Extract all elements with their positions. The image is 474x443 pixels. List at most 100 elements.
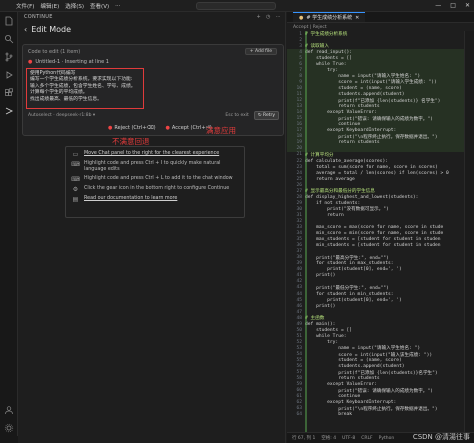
line-text: score = int(input("请输入学生成绩: ")) — [305, 80, 437, 86]
line-text: students = [] — [305, 55, 353, 61]
window-controls: — □ ✕ — [435, 2, 470, 9]
line-number: 20 — [296, 146, 302, 152]
file-item[interactable]: ● Untitled-1 · Inserting at line 1 — [28, 59, 109, 65]
status-eol[interactable]: CRLF — [361, 436, 372, 441]
line-number: 64 — [296, 412, 302, 418]
menu-selection[interactable]: 选择(S) — [65, 2, 84, 10]
accept-reject-actions: ● Reject (Ctrl+⌫) ● Accept (Ctrl+⏎) — [108, 125, 212, 131]
line-number: 21 — [296, 152, 302, 158]
line-number: 36 — [296, 243, 302, 249]
line-number: 4 — [299, 49, 302, 55]
chat-icon: ▭ — [72, 151, 79, 158]
line-number: 29 — [296, 200, 302, 206]
add-file-button[interactable]: + Add file — [244, 48, 277, 55]
line-number: 26 — [296, 182, 302, 188]
extensions-icon[interactable] — [0, 84, 18, 102]
line-text: print("没有数据可显示。") — [305, 207, 389, 213]
settings-gear-icon[interactable] — [0, 419, 18, 437]
line-number: 41 — [296, 273, 302, 279]
file-item-label: Untitled-1 · Inserting at line 1 — [35, 59, 109, 65]
line-number: 25 — [296, 176, 302, 182]
menu-edit[interactable]: 编辑(E) — [40, 2, 59, 10]
line-text: students.append(student) — [305, 364, 405, 370]
line-text: print(student[0], end=', ') — [305, 297, 402, 303]
line-number: 47 — [296, 309, 302, 315]
line-text: return students — [305, 376, 380, 382]
files-icon[interactable] — [0, 12, 18, 30]
line-text: def display_highest_and_lowest(students)… — [305, 194, 419, 200]
close-window-button[interactable]: ✕ — [465, 2, 470, 9]
history-icon[interactable]: ◷ — [266, 14, 271, 20]
line-number: 11 — [296, 91, 302, 97]
line-text: score = int(input("输入该生成绩: ")) — [305, 352, 433, 358]
maximize-button[interactable]: □ — [450, 2, 456, 9]
line-text: min_students = [student for student in s… — [305, 243, 441, 249]
python-file-icon: ● — [299, 14, 304, 21]
reject-marker-icon: ● — [108, 125, 113, 131]
menu-file[interactable]: 文件(F) — [16, 2, 34, 10]
close-tab-icon[interactable]: ✕ — [355, 15, 359, 21]
retry-button[interactable]: ↻ Retry — [253, 111, 279, 120]
add-icon[interactable]: + — [257, 14, 262, 20]
tip-text-link[interactable]: Move Chat panel to the right for the cle… — [84, 151, 219, 157]
accept-button[interactable]: ● Accept (Ctrl+⏎) — [166, 125, 212, 131]
line-text: print(f"已添加 {len(students)} 名学生") — [305, 98, 441, 104]
code-line: 64 break — [287, 412, 474, 418]
tips-box: ▭ Move Chat panel to the right for the c… — [65, 146, 245, 218]
line-text: except ValueError: — [305, 110, 377, 116]
reject-button[interactable]: ● Reject (Ctrl+⌫) — [108, 125, 156, 131]
line-number: 60 — [296, 388, 302, 394]
tip-item: ▭ Move Chat panel to the right for the c… — [72, 151, 238, 158]
line-text: except KeyboardInterrupt: — [305, 400, 397, 406]
source-control-icon[interactable] — [0, 48, 18, 66]
continue-icon[interactable] — [0, 102, 18, 120]
sidebar-header-title: CONTINUE — [24, 14, 53, 20]
inline-accept-reject[interactable]: Accept | Reject — [287, 23, 474, 31]
line-number: 52 — [296, 339, 302, 345]
line-text: # 学生成绩分析系统 — [305, 32, 348, 38]
line-number: 46 — [296, 303, 302, 309]
line-number: 30 — [296, 206, 302, 212]
minimap[interactable] — [464, 31, 474, 432]
run-debug-icon[interactable] — [0, 66, 18, 84]
tip-text-link[interactable]: Read our documentation to learn more — [84, 196, 177, 202]
line-number: 35 — [296, 237, 302, 243]
line-number: 39 — [296, 261, 302, 267]
line-number: 53 — [296, 345, 302, 351]
line-text: def calculate_average(scores): — [305, 158, 388, 164]
status-language[interactable]: Python — [379, 436, 395, 441]
account-icon[interactable] — [0, 401, 18, 419]
minimize-button[interactable]: — — [435, 2, 441, 9]
line-text: student = (name, score) — [305, 358, 402, 364]
line-text: for student in min_students: — [305, 291, 394, 297]
status-indentation[interactable]: 空格: 4 — [321, 435, 336, 441]
line-number: 7 — [299, 67, 302, 73]
line-number: 54 — [296, 352, 302, 357]
line-number: 44 — [296, 291, 302, 297]
command-center-search[interactable] — [196, 2, 276, 10]
line-number: 15 — [296, 116, 302, 122]
prompt-input[interactable]: 使用Python代码编写 编写一个学生成绩分析系统，要求实现以下功能: 输入多个… — [26, 68, 144, 109]
line-number: 3 — [299, 43, 302, 49]
line-number: 24 — [296, 170, 302, 176]
status-encoding[interactable]: UTF-8 — [342, 436, 355, 441]
code-lines[interactable]: 1 # 学生成绩分析系统 2 3 # 读取输入 4 def read_input(): 5 s… — [287, 31, 474, 432]
menu-view[interactable]: 查看(V) — [90, 2, 109, 10]
line-number: 19 — [296, 140, 302, 146]
line-number: 49 — [296, 321, 302, 327]
line-text: except KeyboardInterrupt: — [305, 128, 397, 134]
menu-more[interactable]: ... — [115, 2, 120, 10]
more-icon[interactable]: ⋯ — [276, 14, 281, 20]
search-icon[interactable] — [0, 30, 18, 48]
back-arrow-icon[interactable]: ‹ — [24, 25, 27, 34]
editor-tab[interactable]: ● # 学生成绩分析系统 ✕ — [293, 12, 366, 22]
line-number: 38 — [296, 255, 302, 261]
line-text: print("错误: 请确保输入的成绩为数字。") — [305, 116, 433, 122]
prompt-line: 找出成绩最高、最低的学生信息。 — [30, 96, 102, 102]
line-number: 5 — [299, 55, 302, 61]
sidebar-toolbar: + ◷ ⋯ — [257, 14, 281, 20]
model-selector[interactable]: Autoselect · deepseek-r1:8b ▾ — [28, 113, 95, 118]
remote-indicator[interactable] — [0, 436, 18, 443]
status-cursor-position[interactable]: 行 67, 列 1 — [292, 435, 315, 441]
edit-mode-header[interactable]: ‹ Edit Mode — [18, 22, 285, 36]
